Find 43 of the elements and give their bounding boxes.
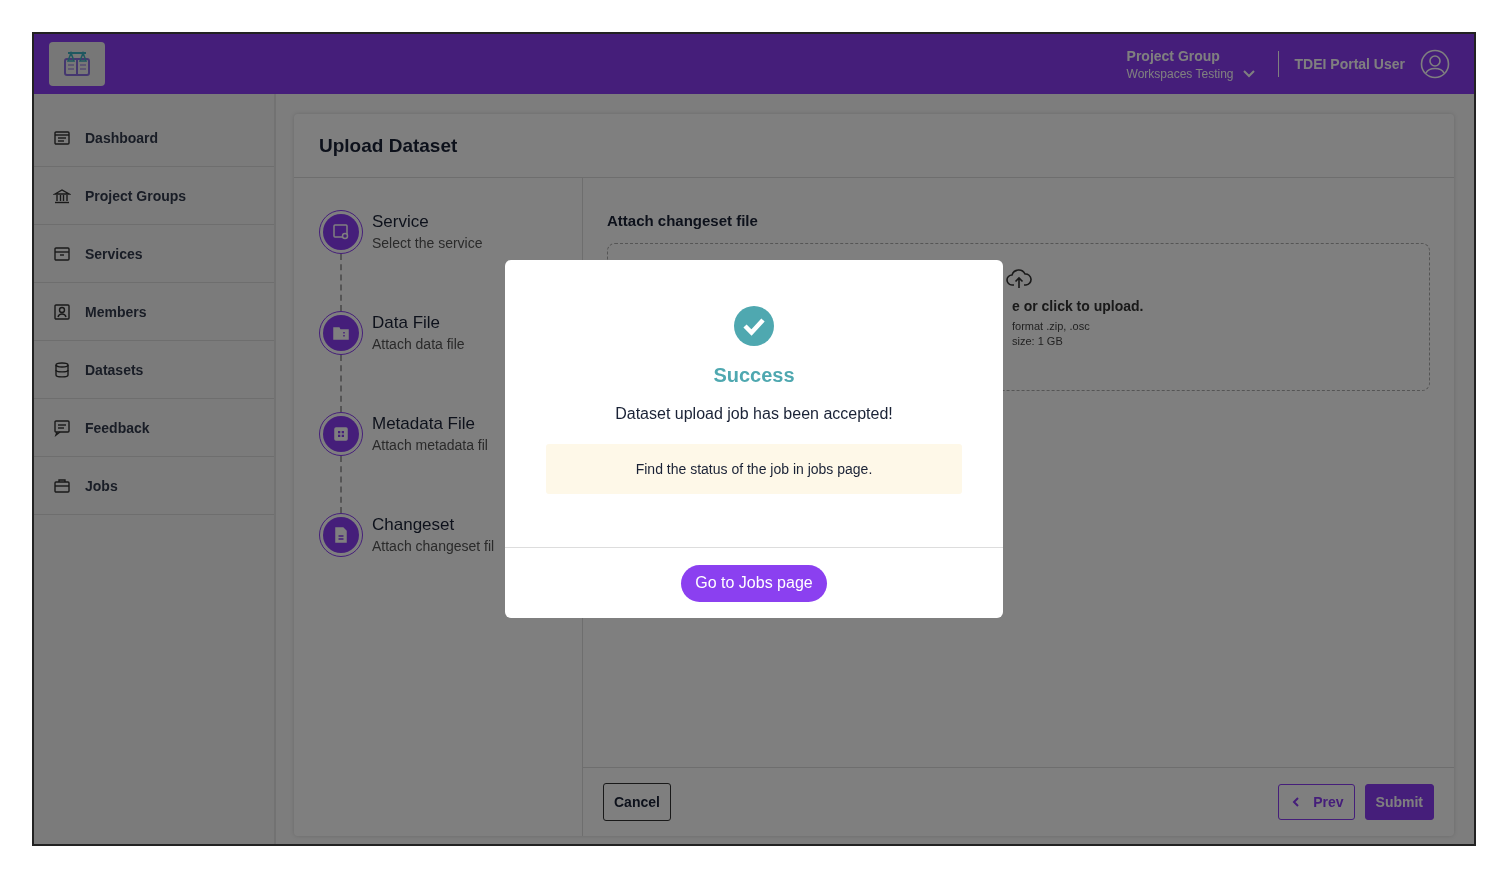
step-title: Service [372, 212, 430, 232]
step-title: Metadata File [372, 414, 476, 434]
size-hint: size: 1 GB [1012, 335, 1063, 347]
submit-button[interactable]: Submit [1364, 784, 1434, 820]
sidebar-item[interactable]: Datasets [34, 341, 274, 399]
cancel-button[interactable]: Cancel [603, 783, 671, 821]
upload-prompt: e or click to upload. [1012, 298, 1144, 314]
info-note: Find the status of the job in jobs page. [546, 444, 962, 494]
bank-icon [53, 186, 71, 205]
sidebar-item[interactable]: Services [34, 225, 274, 283]
sidebar-item[interactable]: Jobs [34, 457, 274, 515]
sidebar-item[interactable]: Members [34, 283, 274, 341]
step-subtitle: Attach changeset fil [372, 538, 495, 554]
dialog-title: Success [713, 364, 795, 387]
step-subtitle: Select the service [372, 235, 483, 251]
step-title: Changeset [372, 515, 456, 535]
user-avatar-icon[interactable] [1420, 49, 1450, 79]
step-subtitle: Attach data file [372, 336, 465, 352]
member-icon [53, 302, 71, 321]
step-subtitle: Attach metadata fil [372, 437, 488, 453]
sidebar-item[interactable]: Dashboard [34, 109, 274, 167]
sidebar-item[interactable]: Feedback [34, 399, 274, 457]
feedback-icon [53, 418, 71, 437]
database-icon [53, 360, 71, 379]
user-name[interactable]: TDEI Portal User [1294, 56, 1405, 72]
prev-button[interactable]: Prev [1278, 784, 1355, 820]
dashboard-icon [53, 128, 71, 147]
logo-icon[interactable] [49, 42, 105, 86]
project-group-selector[interactable]: Workspaces Testing [1126, 66, 1234, 81]
cloud-upload-icon [1006, 268, 1032, 290]
dialog-message: Dataset upload job has been accepted! [615, 405, 893, 423]
format-hint: format .zip, .osc [1012, 320, 1090, 332]
success-check-icon [734, 306, 774, 346]
section-heading: Attach changeset file [607, 212, 759, 229]
chevron-left-icon [1291, 796, 1302, 808]
project-group-label: Project Group [1126, 47, 1221, 64]
chevron-down-icon[interactable] [1241, 68, 1256, 79]
go-to-jobs-button[interactable]: Go to Jobs page [681, 564, 827, 602]
archive-icon [53, 244, 71, 263]
card-title: Upload Dataset [319, 134, 458, 157]
sidebar-item[interactable]: Project Groups [34, 167, 274, 225]
briefcase-icon [53, 476, 71, 495]
step-title: Data File [372, 313, 442, 333]
